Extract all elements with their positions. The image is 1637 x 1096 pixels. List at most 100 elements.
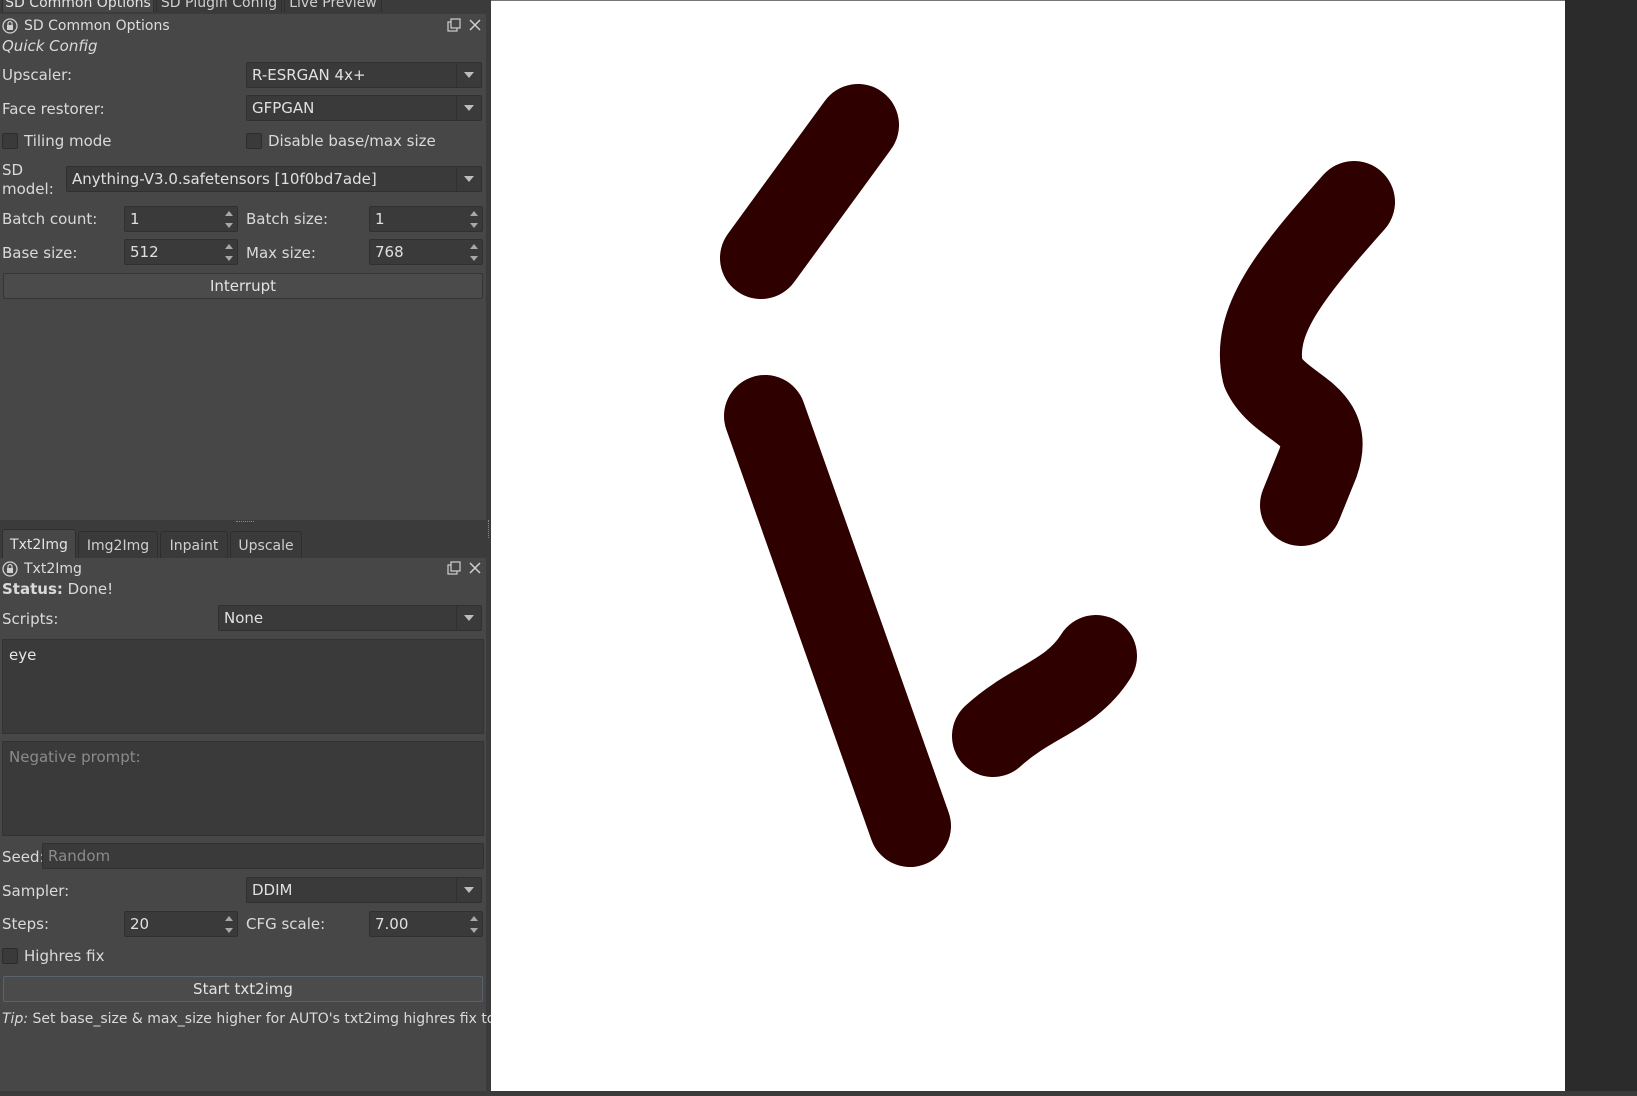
spin-down-icon[interactable] xyxy=(221,219,237,231)
lock-icon[interactable] xyxy=(2,561,18,577)
highres-fix-checkbox[interactable] xyxy=(2,948,18,964)
scripts-select[interactable]: None xyxy=(218,605,482,631)
max-size-value: 768 xyxy=(375,243,404,261)
float-icon[interactable] xyxy=(446,17,462,33)
steps-spinbox[interactable]: 20 xyxy=(124,911,238,937)
spin-down-icon[interactable] xyxy=(466,219,482,231)
chevron-down-icon xyxy=(456,878,481,902)
spin-down-icon[interactable] xyxy=(466,252,482,264)
batch-size-value: 1 xyxy=(375,210,385,228)
vertical-splitter-handle[interactable] xyxy=(488,520,490,538)
spin-up-icon[interactable] xyxy=(466,240,482,252)
interrupt-button[interactable]: Interrupt xyxy=(3,273,483,299)
panel-title: SD Common Options xyxy=(24,18,170,34)
chevron-down-icon xyxy=(456,96,481,120)
base-size-value: 512 xyxy=(130,243,159,261)
chevron-down-icon xyxy=(456,606,481,630)
tab-label: Inpaint xyxy=(169,537,219,554)
close-icon[interactable] xyxy=(467,560,483,576)
steps-value: 20 xyxy=(130,915,150,933)
batch-count-value: 1 xyxy=(130,210,140,228)
tiling-mode-checkbox[interactable] xyxy=(2,133,18,149)
chevron-down-icon xyxy=(456,167,481,191)
sd-model-label-line1: SD xyxy=(2,161,24,179)
scripts-label: Scripts: xyxy=(2,610,59,628)
batch-count-spinbox[interactable]: 1 xyxy=(124,206,238,232)
tab-upscale[interactable]: Upscale xyxy=(230,531,302,559)
spin-down-icon[interactable] xyxy=(221,924,237,936)
upscaler-value: R-ESRGAN 4x+ xyxy=(252,66,366,84)
spin-down-icon[interactable] xyxy=(221,252,237,264)
start-txt2img-button[interactable]: Start txt2img xyxy=(3,976,483,1002)
batch-size-spinbox[interactable]: 1 xyxy=(369,206,483,232)
tip-text: Set base_size & max_size higher for AUTO… xyxy=(32,1011,539,1027)
quick-config-heading: Quick Config xyxy=(2,37,98,55)
base-size-spinbox[interactable]: 512 xyxy=(124,239,238,265)
tiling-mode-label: Tiling mode xyxy=(24,132,112,150)
sd-model-value: Anything-V3.0.safetensors [10f0bd7ade] xyxy=(72,170,377,188)
brush-stroke xyxy=(1219,161,1395,546)
highres-fix-label: Highres fix xyxy=(24,947,105,965)
sampler-value: DDIM xyxy=(252,881,293,899)
status-label: Status: xyxy=(2,580,63,598)
disable-base-max-checkbox[interactable] xyxy=(246,133,262,149)
tip-label: Tip: xyxy=(2,1011,29,1027)
tab-label: Img2Img xyxy=(86,537,150,554)
batch-size-label: Batch size: xyxy=(246,210,329,228)
spin-up-icon[interactable] xyxy=(466,207,482,219)
steps-label: Steps: xyxy=(2,915,50,933)
tab-inpaint[interactable]: Inpaint xyxy=(160,531,228,559)
cfg-scale-label: CFG scale: xyxy=(246,915,326,933)
spin-up-icon[interactable] xyxy=(221,240,237,252)
prompt-textarea[interactable]: eye xyxy=(2,639,484,734)
brush-stroke xyxy=(952,615,1137,777)
right-dock-edge xyxy=(1565,0,1637,1091)
upscaler-select[interactable]: R-ESRGAN 4x+ xyxy=(246,62,482,88)
prompt-text: eye xyxy=(9,646,37,664)
drawing-canvas[interactable] xyxy=(491,0,1565,1091)
base-size-label: Base size: xyxy=(2,244,78,262)
negative-prompt-placeholder: Negative prompt: xyxy=(9,748,141,766)
tab-live-preview[interactable]: Live Preview xyxy=(284,0,382,12)
lock-icon[interactable] xyxy=(2,18,18,34)
tab-sd-common-options[interactable]: SD Common Options xyxy=(2,0,154,12)
max-size-spinbox[interactable]: 768 xyxy=(369,239,483,265)
tab-img2img[interactable]: Img2Img xyxy=(78,531,158,559)
seed-input[interactable]: Random xyxy=(42,843,484,869)
tab-label: Upscale xyxy=(238,537,294,554)
status-value: Done! xyxy=(67,580,114,598)
panel-titlebar: Txt2Img xyxy=(2,559,484,579)
scripts-value: None xyxy=(224,609,264,627)
disable-base-max-label: Disable base/max size xyxy=(268,132,436,150)
face-restorer-label: Face restorer: xyxy=(2,100,105,118)
spin-up-icon[interactable] xyxy=(221,207,237,219)
batch-count-label: Batch count: xyxy=(2,210,98,228)
face-restorer-select[interactable]: GFPGAN xyxy=(246,95,482,121)
splitter-handle[interactable] xyxy=(236,521,254,524)
sd-common-options-panel xyxy=(0,14,486,520)
spin-down-icon[interactable] xyxy=(466,924,482,936)
tip-line: Tip: Set base_size & max_size higher for… xyxy=(2,1011,538,1027)
seed-placeholder: Random xyxy=(48,847,111,865)
sampler-select[interactable]: DDIM xyxy=(246,877,482,903)
max-size-label: Max size: xyxy=(246,244,316,262)
cfg-scale-spinbox[interactable]: 7.00 xyxy=(369,911,483,937)
sampler-label: Sampler: xyxy=(2,882,70,900)
seed-label: Seed: xyxy=(2,848,45,866)
tab-sd-plugin-config[interactable]: SD Plugin Config xyxy=(156,0,282,12)
canvas-strokes xyxy=(720,84,1395,867)
negative-prompt-textarea[interactable]: Negative prompt: xyxy=(2,741,484,836)
spin-up-icon[interactable] xyxy=(466,912,482,924)
panel-title: Txt2Img xyxy=(24,561,82,577)
tab-txt2img[interactable]: Txt2Img xyxy=(2,529,76,559)
cfg-scale-value: 7.00 xyxy=(375,915,409,933)
upscaler-label: Upscaler: xyxy=(2,66,73,84)
float-icon[interactable] xyxy=(446,560,462,576)
tab-label: SD Plugin Config xyxy=(160,0,278,11)
close-icon[interactable] xyxy=(467,17,483,33)
chevron-down-icon xyxy=(456,63,481,87)
brush-stroke xyxy=(724,375,951,867)
sd-model-select[interactable]: Anything-V3.0.safetensors [10f0bd7ade] xyxy=(66,166,482,192)
tab-label: Live Preview xyxy=(289,0,377,11)
spin-up-icon[interactable] xyxy=(221,912,237,924)
